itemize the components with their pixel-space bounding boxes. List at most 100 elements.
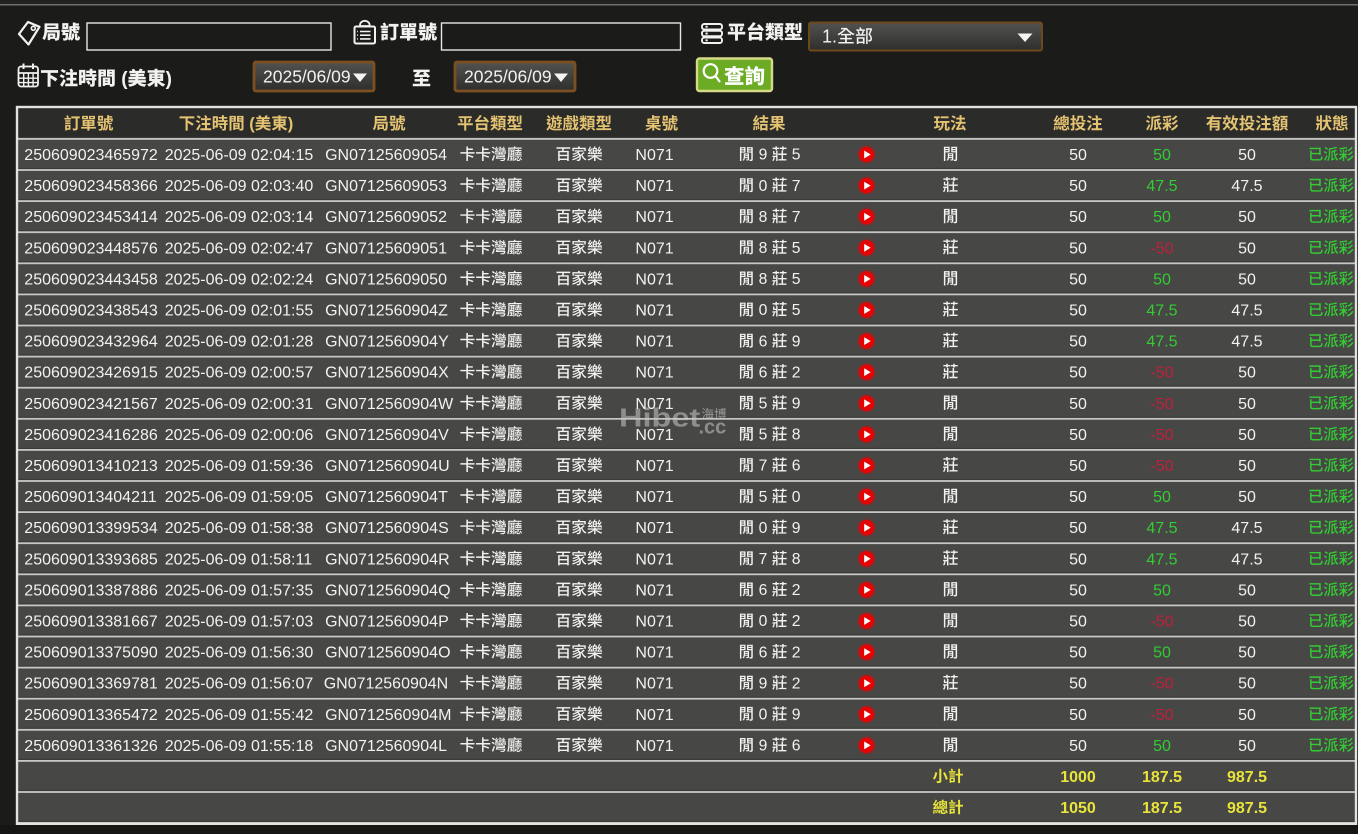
svg-text:2025-06-09: 2025-06-09 — [165, 738, 247, 755]
svg-text:2025-06-09: 2025-06-09 — [165, 520, 247, 537]
svg-text:2025-06-09: 2025-06-09 — [165, 551, 247, 568]
svg-text:5: 5 — [792, 147, 801, 164]
svg-text:250609013393685: 250609013393685 — [24, 551, 158, 568]
svg-text:50: 50 — [1238, 614, 1256, 631]
svg-text:2025-06-09: 2025-06-09 — [165, 458, 247, 475]
svg-text:2: 2 — [792, 613, 801, 630]
svg-text:50: 50 — [1069, 427, 1087, 444]
svg-text:02:03:40: 02:03:40 — [251, 178, 313, 195]
svg-text:250609023443458: 250609023443458 — [24, 271, 158, 288]
svg-text:47.5: 47.5 — [1231, 303, 1262, 320]
svg-text:N071: N071 — [635, 738, 673, 755]
svg-text:N071: N071 — [635, 303, 673, 320]
svg-text:Hibet: Hibet — [619, 404, 700, 433]
svg-text:2025-06-09: 2025-06-09 — [165, 707, 247, 724]
svg-text:50: 50 — [1238, 676, 1256, 693]
svg-text:2025-06-09: 2025-06-09 — [165, 365, 247, 382]
svg-text:2025-06-09: 2025-06-09 — [165, 489, 247, 506]
svg-text:6: 6 — [792, 458, 801, 475]
svg-text:2: 2 — [792, 644, 801, 661]
svg-text:6: 6 — [759, 644, 768, 661]
svg-text:2025-06-09: 2025-06-09 — [165, 645, 247, 662]
svg-text:50: 50 — [1153, 489, 1171, 506]
svg-text:5: 5 — [792, 240, 801, 257]
svg-text:5: 5 — [792, 302, 801, 319]
svg-text:2025-06-09: 2025-06-09 — [165, 147, 247, 164]
svg-text:5: 5 — [792, 271, 801, 288]
svg-text:250609023453414: 250609023453414 — [24, 209, 158, 226]
svg-text:1.: 1. — [822, 27, 837, 47]
svg-text:GN07125609053: GN07125609053 — [325, 178, 447, 195]
svg-text:N071: N071 — [635, 209, 673, 226]
svg-text:50: 50 — [1238, 458, 1256, 475]
svg-text:7: 7 — [759, 458, 768, 475]
svg-text:250609013369781: 250609013369781 — [24, 676, 158, 693]
svg-text:250609013365472: 250609013365472 — [24, 707, 158, 724]
svg-text:50: 50 — [1153, 738, 1171, 755]
svg-text:02:00:31: 02:00:31 — [251, 396, 313, 413]
svg-text:N071: N071 — [635, 614, 673, 631]
svg-text:2025-06-09: 2025-06-09 — [165, 271, 247, 288]
svg-text:50: 50 — [1069, 334, 1087, 351]
svg-text:01:58:11: 01:58:11 — [251, 551, 312, 568]
svg-text:50: 50 — [1153, 582, 1171, 599]
svg-text:(: ( — [121, 69, 128, 90]
svg-text:50: 50 — [1069, 458, 1087, 475]
svg-text:50: 50 — [1238, 147, 1256, 164]
svg-text:47.5: 47.5 — [1146, 303, 1177, 320]
svg-text:-50: -50 — [1150, 365, 1173, 382]
svg-text:9: 9 — [792, 333, 801, 350]
svg-text:): ) — [288, 115, 294, 133]
svg-text:GN0712560904M: GN0712560904M — [325, 707, 451, 724]
svg-text:): ) — [166, 69, 172, 90]
svg-text:9: 9 — [792, 396, 801, 413]
svg-text:GN0712560904Q: GN0712560904Q — [325, 582, 450, 599]
svg-text:-50: -50 — [1150, 458, 1173, 475]
svg-text:N071: N071 — [635, 458, 673, 475]
svg-text:250609023438543: 250609023438543 — [24, 303, 158, 320]
svg-text:GN0712560904V: GN0712560904V — [325, 427, 449, 444]
svg-text:GN07125609054: GN07125609054 — [325, 147, 447, 164]
svg-text:50: 50 — [1153, 147, 1171, 164]
svg-text:-50: -50 — [1150, 240, 1173, 257]
svg-text:187.5: 187.5 — [1142, 800, 1182, 817]
svg-text:N071: N071 — [635, 520, 673, 537]
svg-text:50: 50 — [1069, 707, 1087, 724]
svg-text:GN0712560904R: GN0712560904R — [325, 551, 450, 568]
svg-text:6: 6 — [759, 333, 768, 350]
svg-text:50: 50 — [1238, 489, 1256, 506]
svg-text:GN0712560904O: GN0712560904O — [325, 645, 450, 662]
svg-text:N071: N071 — [635, 147, 673, 164]
svg-text:50: 50 — [1069, 303, 1087, 320]
svg-text:01:56:30: 01:56:30 — [251, 645, 313, 662]
svg-text:250609023416286: 250609023416286 — [24, 427, 158, 444]
svg-text:2025-06-09: 2025-06-09 — [165, 427, 247, 444]
svg-text:-50: -50 — [1150, 396, 1173, 413]
svg-text:GN0712560904X: GN0712560904X — [325, 365, 449, 382]
svg-text:50: 50 — [1069, 551, 1087, 568]
svg-text:987.5: 987.5 — [1227, 769, 1267, 786]
svg-text:250609023426915: 250609023426915 — [24, 365, 158, 382]
svg-text:02:02:47: 02:02:47 — [251, 240, 313, 257]
svg-text:01:55:18: 01:55:18 — [251, 738, 313, 755]
svg-text:02:01:55: 02:01:55 — [251, 303, 313, 320]
svg-text:250609013410213: 250609013410213 — [24, 458, 158, 475]
svg-text:2025-06-09: 2025-06-09 — [165, 614, 247, 631]
svg-text:50: 50 — [1069, 209, 1087, 226]
svg-text:N071: N071 — [635, 334, 673, 351]
svg-text:47.5: 47.5 — [1146, 551, 1177, 568]
svg-text:1000: 1000 — [1060, 769, 1096, 786]
svg-text:2025-06-09: 2025-06-09 — [165, 676, 247, 693]
svg-text:50: 50 — [1069, 396, 1087, 413]
svg-text:2025-06-09: 2025-06-09 — [165, 178, 247, 195]
svg-text:02:03:14: 02:03:14 — [251, 209, 313, 226]
svg-text:250609023458366: 250609023458366 — [24, 178, 158, 195]
svg-text:6: 6 — [759, 582, 768, 599]
svg-text:250609023448576: 250609023448576 — [24, 240, 158, 257]
svg-text:01:56:07: 01:56:07 — [251, 676, 313, 693]
svg-text:50: 50 — [1069, 738, 1087, 755]
svg-text:(: ( — [249, 115, 255, 133]
svg-text:50: 50 — [1238, 396, 1256, 413]
svg-text:-50: -50 — [1150, 427, 1173, 444]
svg-text:2025-06-09: 2025-06-09 — [165, 209, 247, 226]
